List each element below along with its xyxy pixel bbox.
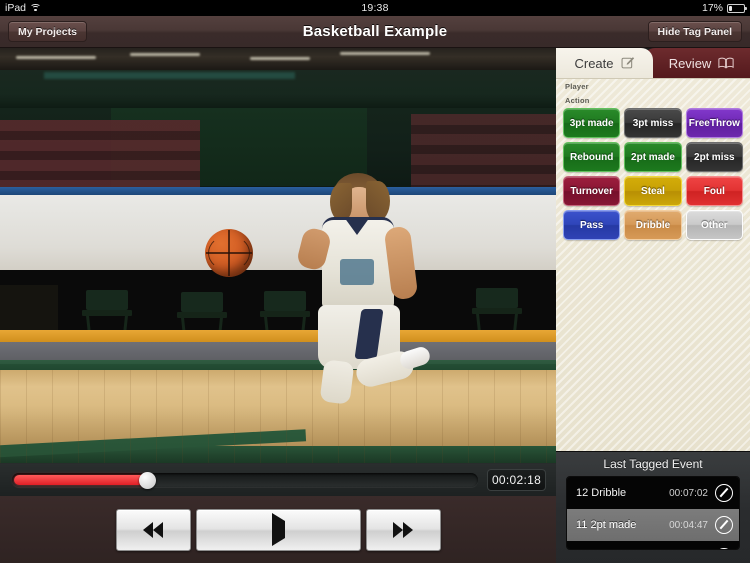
fast-forward-icon — [393, 521, 413, 538]
tagged-event-list[interactable]: 12 Dribble 00:07:02 11 2pt made 00:04:47 — [566, 476, 740, 550]
play-icon — [271, 512, 285, 546]
tagged-event-label: 11 2pt made — [576, 519, 637, 531]
ceiling-light — [250, 57, 310, 60]
my-projects-button[interactable]: My Projects — [8, 21, 87, 42]
play-button[interactable] — [195, 508, 361, 551]
tag-panel-body: Player 1 2 3 4 5 6 7 8 9 10 11 12 Action… — [556, 78, 750, 451]
edit-icon[interactable] — [715, 548, 733, 549]
seek-slider[interactable] — [12, 471, 478, 489]
folding-chair — [470, 288, 524, 332]
action-button-2pt-made[interactable]: 2pt made — [624, 142, 682, 172]
folding-chair — [80, 290, 134, 334]
action-button-freethrow[interactable]: FreeThrow — [685, 108, 743, 138]
tab-review-label: Review — [668, 55, 712, 71]
tab-create[interactable]: Create — [556, 48, 653, 78]
book-icon — [718, 57, 734, 69]
ceiling-light — [16, 56, 96, 59]
fast-forward-button[interactable] — [365, 508, 441, 551]
gym-blue-rail — [0, 187, 556, 195]
rewind-icon — [143, 521, 163, 538]
court-baseline — [0, 446, 556, 463]
action-button-3pt-made[interactable]: 3pt made — [563, 108, 621, 138]
last-tagged-event-section: Last Tagged Event 12 Dribble 00:07:02 11… — [556, 451, 750, 563]
action-button-2pt-miss[interactable]: 2pt miss — [685, 142, 743, 172]
gym-teal-band — [44, 72, 295, 79]
player-section-label: Player — [565, 82, 589, 91]
action-button-turnover[interactable]: Turnover — [563, 176, 621, 206]
last-tagged-event-title: Last Tagged Event — [603, 457, 703, 471]
action-button-steal[interactable]: Steal — [624, 176, 682, 206]
video-frame — [0, 48, 556, 463]
action-section-label: Action — [565, 96, 590, 105]
battery-icon — [727, 3, 747, 13]
hide-tag-panel-button[interactable]: Hide Tag Panel — [647, 21, 742, 42]
tagged-event-time: 00:07:02 — [669, 487, 708, 499]
seek-slider-handle[interactable] — [138, 471, 156, 489]
status-bar-right: 17% — [701, 2, 747, 14]
seek-progress-fill — [14, 475, 150, 485]
rewind-button[interactable] — [115, 508, 191, 551]
basketball — [205, 229, 253, 277]
navigation-bar: My Projects Basketball Example Hide Tag … — [0, 16, 750, 48]
tag-panel-tabs: Create Review — [556, 48, 750, 78]
ceiling-light — [130, 53, 200, 56]
action-button-foul[interactable]: Foul — [685, 176, 743, 206]
edit-icon[interactable] — [715, 484, 733, 502]
basketball-player — [295, 173, 433, 408]
video-player[interactable] — [0, 48, 556, 463]
current-time-display: 00:02:18 — [487, 469, 546, 491]
tab-create-label: Create — [574, 55, 614, 71]
ceiling-light — [340, 52, 430, 55]
transport-controls — [0, 496, 556, 563]
scrubber-bar: 00:02:18 — [0, 463, 556, 496]
gym-stands-right — [411, 114, 556, 194]
action-button-pass[interactable]: Pass — [563, 210, 621, 240]
gym-white-wall — [0, 195, 556, 270]
status-bar-clock: 19:38 — [361, 2, 389, 14]
court-floor — [0, 370, 556, 463]
tag-panel: Create Review Player 1 2 3 4 5 6 — [556, 48, 750, 563]
tab-review[interactable]: Review — [643, 48, 750, 78]
action-button-other[interactable]: Other — [685, 210, 743, 240]
action-button-rebound[interactable]: Rebound — [563, 142, 621, 172]
tagged-event-row-partial[interactable] — [567, 541, 739, 549]
action-button-3pt-miss[interactable]: 3pt miss — [624, 108, 682, 138]
gym-wall-trim — [0, 330, 556, 342]
tagged-event-label: 12 Dribble — [576, 487, 627, 499]
status-bar: iPad 19:38 17% — [0, 0, 750, 16]
app-root: iPad 19:38 17% My Projects Basketball Ex… — [0, 0, 750, 563]
compose-icon — [621, 56, 635, 70]
battery-percent: 17% — [701, 2, 723, 14]
tagged-event-row[interactable]: 12 Dribble 00:07:02 — [567, 477, 739, 509]
action-button-grid: 3pt made 3pt miss FreeThrow Rebound 2pt … — [556, 108, 750, 240]
edit-icon[interactable] — [715, 516, 733, 534]
tagged-event-row[interactable]: 11 2pt made 00:04:47 — [567, 509, 739, 541]
page-title: Basketball Example — [302, 23, 448, 40]
action-button-dribble[interactable]: Dribble — [624, 210, 682, 240]
tagged-event-time: 00:04:47 — [669, 519, 708, 531]
